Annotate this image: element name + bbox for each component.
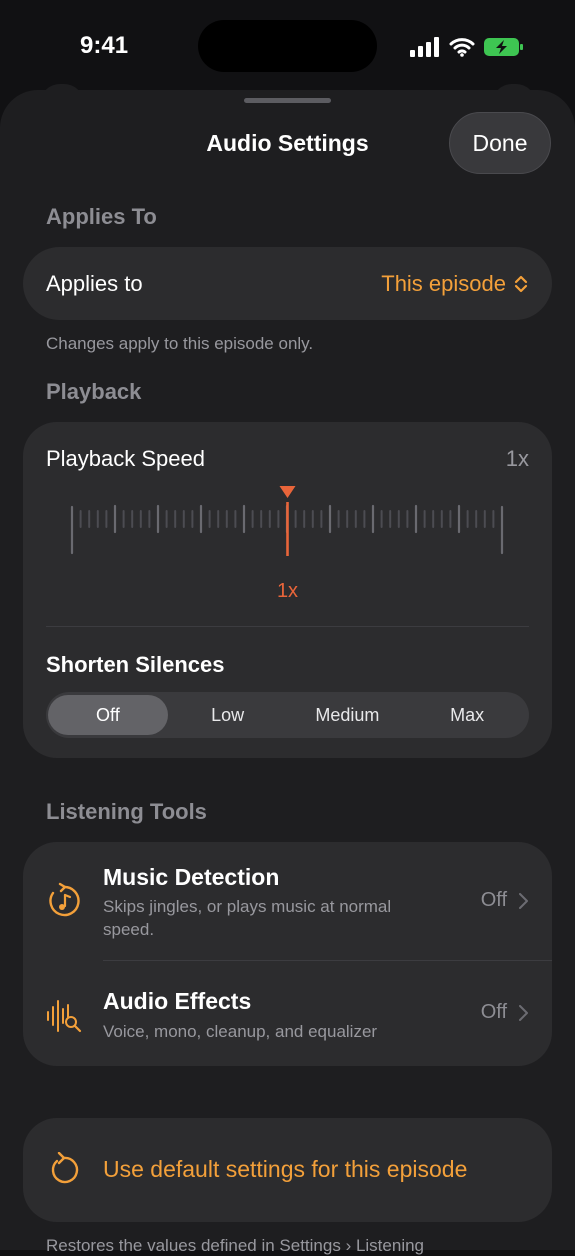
segment-medium[interactable]: Medium: [288, 695, 408, 735]
audio-effects-state-text: Off: [480, 1001, 507, 1023]
cellular-signal-icon: [410, 37, 439, 57]
music-detection-icon: [49, 882, 80, 917]
audio-effects-row[interactable]: Audio Effects Voice, mono, cleanup, and …: [23, 961, 552, 1066]
playback-speed-label: Playback Speed: [46, 446, 205, 471]
chevron-right-icon: [519, 1004, 528, 1021]
applies-to-selector[interactable]: This episode: [381, 271, 528, 297]
playback-heading: Playback: [46, 379, 142, 404]
listening-tools-heading: Listening Tools: [46, 799, 207, 824]
shorten-silences-control[interactable]: Off Low Medium Max: [46, 692, 529, 738]
applies-to-heading: Applies To: [46, 204, 157, 229]
status-bar: 9:41: [0, 0, 575, 90]
section-divider: [46, 626, 529, 627]
audio-settings-sheet: Audio Settings Done Applies To Applies t…: [0, 90, 575, 1255]
playback-speed-readout: 1x: [276, 580, 299, 602]
music-detection-row[interactable]: Music Detection Skips jingles, or plays …: [23, 842, 552, 960]
music-detection-description: Skips jingles, or plays music at normal …: [103, 897, 392, 939]
music-detection-title: Music Detection: [103, 864, 280, 890]
music-detection-state: Off: [481, 889, 528, 912]
status-icons: [410, 34, 524, 60]
battery-charging-icon: [484, 38, 523, 56]
speed-indicator-arrow: [279, 486, 296, 498]
status-time: 9:41: [80, 32, 129, 59]
wifi-icon: [449, 38, 475, 57]
applies-to-value: This episode: [381, 271, 506, 296]
applies-to-label: Applies to: [46, 271, 143, 296]
chevron-right-icon: [519, 892, 528, 909]
applies-to-row[interactable]: Applies to This episode: [23, 247, 552, 320]
shorten-silences-label: Shorten Silences: [46, 652, 225, 677]
dynamic-island: [198, 20, 377, 72]
applies-to-footnote: Changes apply to this episode only.: [46, 334, 314, 353]
done-button[interactable]: Done: [449, 112, 551, 174]
playback-speed-value: 1x: [505, 446, 529, 471]
music-detection-state-text: Off: [480, 889, 507, 911]
defaults-footnote: Restores the values defined in Settings …: [46, 1236, 425, 1255]
use-default-settings-button[interactable]: Use default settings for this episode: [23, 1118, 552, 1222]
chevron-up-down-icon: [514, 275, 528, 293]
playback-card: Playback Speed 1x 1x Shorten Silences Of…: [23, 422, 552, 758]
audio-effects-state: Off: [481, 1001, 528, 1024]
use-default-settings-label: Use default settings for this episode: [103, 1156, 468, 1182]
reset-icon: [51, 1152, 79, 1184]
segment-max[interactable]: Max: [407, 695, 527, 735]
audio-effects-title: Audio Effects: [103, 988, 252, 1014]
segment-low[interactable]: Low: [168, 695, 288, 735]
audio-effects-icon: [47, 1000, 82, 1033]
listening-tools-card: Music Detection Skips jingles, or plays …: [23, 842, 552, 1066]
sheet-grabber[interactable]: [244, 98, 331, 103]
audio-effects-description: Voice, mono, cleanup, and equalizer: [103, 1022, 378, 1041]
segment-off[interactable]: Off: [48, 695, 168, 735]
